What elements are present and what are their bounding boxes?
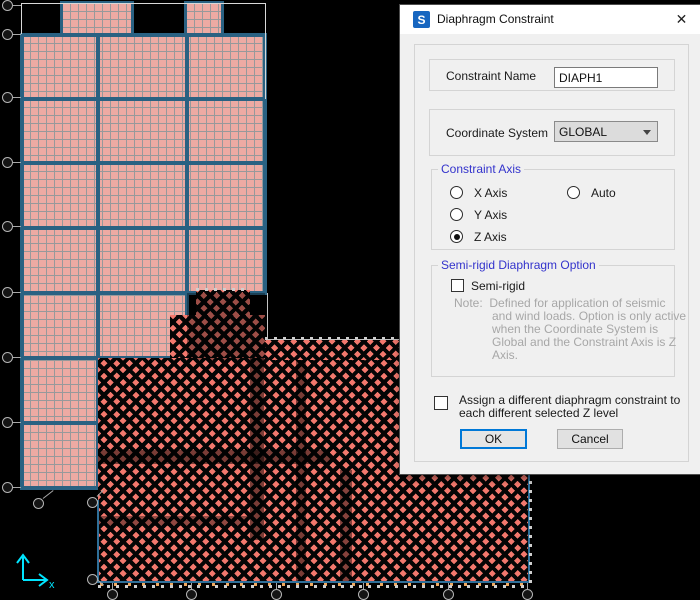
radio-auto-label[interactable]: Auto bbox=[591, 186, 616, 200]
beam-line bbox=[20, 33, 267, 37]
assign-label-line2: each different selected Z level bbox=[459, 407, 680, 420]
grid-bubble bbox=[2, 157, 13, 168]
mesh-shade bbox=[98, 450, 330, 464]
grid-bubble-leader bbox=[112, 583, 113, 589]
semi-rigid-checkbox-label[interactable]: Semi-rigid bbox=[471, 279, 525, 293]
radio-y-axis-label[interactable]: Y Axis bbox=[474, 208, 507, 222]
grid-bubble bbox=[2, 287, 13, 298]
close-icon[interactable]: ✕ bbox=[673, 11, 690, 28]
note-line: Global and the Constraint Axis is Z bbox=[492, 336, 686, 349]
grid-bubble-leader bbox=[363, 583, 364, 589]
mesh-shade bbox=[250, 358, 264, 540]
axes-indicator-icon: x bbox=[8, 548, 60, 592]
grid-bubble-leader bbox=[276, 583, 277, 589]
frame-outline bbox=[267, 293, 268, 340]
grid-bubble-leader bbox=[13, 34, 21, 35]
grid-bubble bbox=[33, 498, 44, 509]
radio-auto[interactable] bbox=[567, 186, 580, 199]
app-icon: S bbox=[413, 11, 430, 28]
radio-z-axis-label[interactable]: Z Axis bbox=[474, 230, 507, 244]
frame-outline bbox=[267, 339, 399, 340]
grid-bubble-leader bbox=[13, 292, 21, 293]
grid-bubble-leader bbox=[13, 487, 21, 488]
grid-bubble bbox=[443, 589, 454, 600]
roof-outline bbox=[21, 4, 22, 34]
radio-x-axis-label[interactable]: X Axis bbox=[474, 186, 507, 200]
grid-bubble bbox=[2, 482, 13, 493]
selection-zigzag-edge bbox=[98, 585, 530, 588]
grid-bubble bbox=[2, 352, 13, 363]
radio-z-axis[interactable] bbox=[450, 230, 463, 243]
slab-roof-protrusion-2 bbox=[186, 3, 223, 35]
grid-bubble-leader bbox=[13, 97, 21, 98]
selected-mesh-strip bbox=[265, 340, 399, 360]
semi-rigid-checkbox[interactable] bbox=[451, 279, 464, 292]
note-line: Axis. bbox=[492, 349, 686, 362]
semi-rigid-group-title: Semi-rigid Diaphragm Option bbox=[438, 258, 599, 272]
grid-bubble bbox=[358, 589, 369, 600]
roof-outline bbox=[265, 4, 266, 99]
chevron-down-icon bbox=[643, 130, 651, 135]
selection-zigzag-edge bbox=[196, 288, 250, 291]
slab-roof-protrusion-1 bbox=[62, 3, 133, 35]
semi-rigid-group: Semi-rigid Diaphragm Option Semi-rigid N… bbox=[431, 265, 675, 377]
mesh-shade bbox=[296, 360, 306, 583]
slab-mid bbox=[22, 295, 187, 360]
grid-bubble bbox=[87, 497, 98, 508]
grid-bubble bbox=[522, 589, 533, 600]
radio-x-axis[interactable] bbox=[450, 186, 463, 199]
grid-bubble bbox=[271, 589, 282, 600]
grid-bubble-leader bbox=[13, 5, 21, 6]
constraint-name-label: Constraint Name bbox=[446, 69, 536, 83]
note-label: Note: bbox=[454, 296, 483, 310]
radio-y-axis[interactable] bbox=[450, 208, 463, 221]
grid-bubble-leader bbox=[191, 583, 192, 589]
slab-main bbox=[22, 35, 265, 295]
grid-bubble bbox=[2, 0, 13, 11]
assign-per-level-label[interactable]: Assign a different diaphragm constraint … bbox=[459, 394, 680, 420]
diaphragm-constraint-dialog: S Diaphragm Constraint ✕ Constraint Name… bbox=[399, 4, 700, 475]
grid-bubble bbox=[186, 589, 197, 600]
dialog-title: Diaphragm Constraint bbox=[437, 5, 554, 34]
beam-line bbox=[221, 1, 224, 35]
grid-bubble-leader bbox=[13, 422, 21, 423]
note-line: Defined for application of seismic bbox=[489, 296, 665, 310]
coordinate-system-label: Coordinate System bbox=[446, 126, 548, 140]
svg-text:x: x bbox=[49, 579, 55, 591]
grid-bubble-leader bbox=[13, 226, 21, 227]
beam-line bbox=[60, 1, 63, 35]
grid-bubble-leader bbox=[13, 357, 21, 358]
assign-per-level-checkbox[interactable] bbox=[434, 396, 448, 410]
beam-line bbox=[131, 1, 134, 35]
semi-rigid-note: Note: Defined for application of seismic… bbox=[454, 297, 686, 362]
cancel-button[interactable]: Cancel bbox=[557, 429, 623, 449]
beam-line bbox=[20, 486, 100, 490]
grid-bubble bbox=[2, 29, 13, 40]
coordinate-system-value: GLOBAL bbox=[559, 125, 607, 139]
beam-line bbox=[20, 161, 267, 165]
grid-bubble-leader bbox=[448, 583, 449, 589]
beam-line bbox=[20, 97, 267, 101]
grid-bubble bbox=[2, 221, 13, 232]
beam-line bbox=[20, 421, 100, 425]
roof-outline bbox=[21, 3, 266, 4]
grid-bubble bbox=[2, 92, 13, 103]
constraint-name-input[interactable] bbox=[554, 67, 658, 88]
dialog-titlebar[interactable]: S Diaphragm Constraint ✕ bbox=[400, 5, 700, 34]
grid-bubble bbox=[107, 589, 118, 600]
mesh-shade bbox=[187, 293, 265, 360]
mesh-shade bbox=[340, 470, 352, 583]
beam-line bbox=[184, 1, 187, 35]
coordinate-system-dropdown[interactable]: GLOBAL bbox=[554, 121, 658, 142]
beam-line bbox=[20, 226, 267, 230]
constraint-axis-group: Constraint Axis X Axis Auto Y Axis Z Axi… bbox=[431, 169, 675, 250]
mesh-edge-line bbox=[97, 500, 99, 583]
ok-button[interactable]: OK bbox=[460, 429, 527, 449]
mesh-shade bbox=[98, 516, 248, 526]
grid-bubble bbox=[2, 417, 13, 428]
grid-bubble-leader bbox=[43, 490, 54, 499]
constraint-axis-group-title: Constraint Axis bbox=[438, 162, 524, 176]
grid-bubble-leader bbox=[13, 162, 21, 163]
grid-bubble-leader bbox=[527, 583, 528, 589]
